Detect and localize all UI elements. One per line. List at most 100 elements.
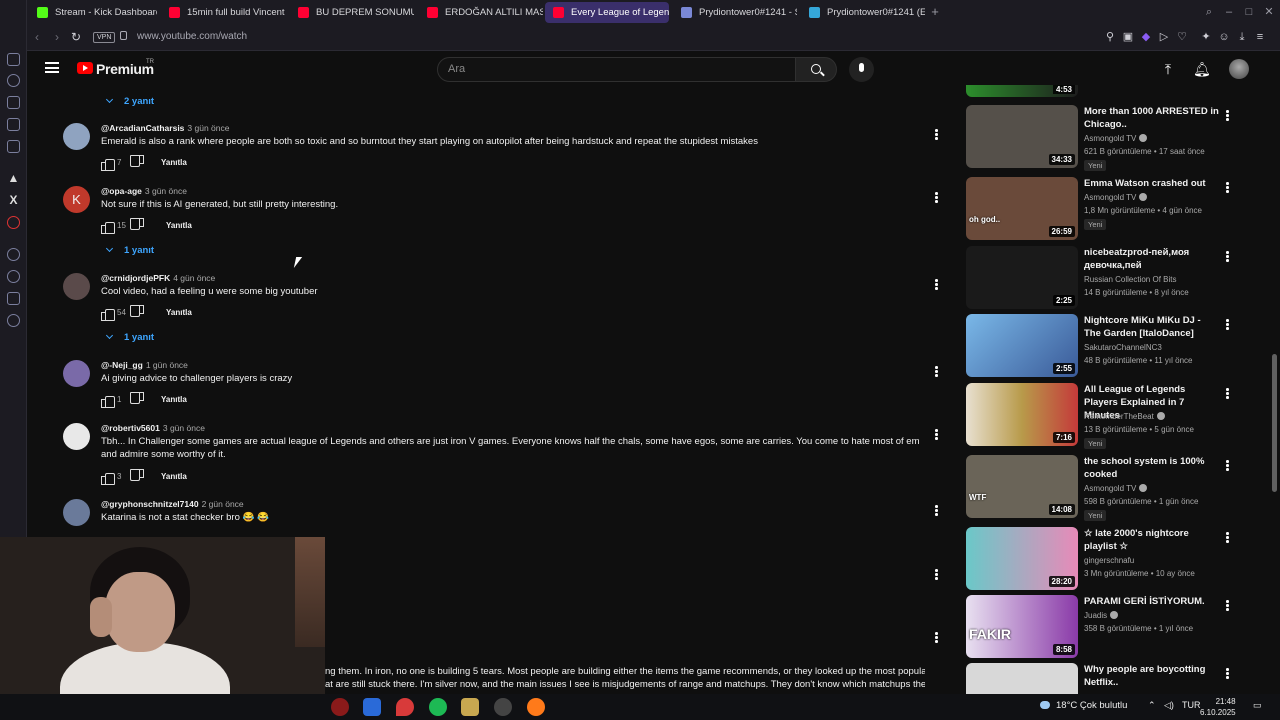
related-video[interactable]: oh god.. 26:59 Emma Watson crashed out As…: [966, 177, 1246, 241]
more-options-icon[interactable]: [1226, 600, 1229, 612]
language-indicator[interactable]: TUR: [1182, 700, 1201, 710]
related-video[interactable]: WTF 14:08 the school system is 100% cooke…: [966, 455, 1246, 521]
video-title[interactable]: Emma Watson crashed out: [1084, 177, 1219, 190]
comment-time[interactable]: 3 gün önce: [187, 123, 229, 133]
reply-button[interactable]: Yanıtla: [161, 158, 187, 167]
avatar[interactable]: [63, 123, 90, 150]
forward-icon[interactable]: ›: [55, 30, 59, 44]
more-options-icon[interactable]: [1226, 532, 1229, 544]
replies-toggle[interactable]: 1 yanıt: [105, 244, 154, 256]
comment-time[interactable]: 3 gün önce: [163, 423, 205, 433]
video-thumbnail[interactable]: WTF 14:08: [966, 455, 1078, 518]
aria-icon[interactable]: ▲: [7, 172, 20, 185]
tab-kick[interactable]: Stream - Kick Dashboard: [29, 2, 157, 23]
video-title[interactable]: Nightcore MiKu MiKu DJ - The Garden [Ita…: [1084, 314, 1219, 340]
download-icon[interactable]: ⤓: [1236, 31, 1248, 43]
avatar[interactable]: [63, 423, 90, 450]
like-icon[interactable]: [101, 307, 115, 321]
mail-icon[interactable]: [7, 140, 20, 153]
related-video[interactable]: FAKIR 8:58 PARAMI GERİ İSTİYORUM. Juadis …: [966, 595, 1246, 659]
video-title[interactable]: ☆ late 2000's nightcore playlist ☆: [1084, 527, 1219, 553]
more-options-icon[interactable]: [935, 366, 938, 377]
tab-discord[interactable]: Prydiontower0#1241 - Su: [673, 2, 797, 23]
url-field[interactable]: www.youtube.com/watch: [137, 31, 247, 42]
scrollbar[interactable]: [1272, 354, 1277, 492]
reply-button[interactable]: Yanıtla: [166, 308, 192, 317]
dislike-icon[interactable]: [132, 220, 144, 232]
dislike-icon[interactable]: [132, 307, 144, 319]
new-tab-button[interactable]: +: [928, 5, 942, 19]
clock-icon[interactable]: [7, 270, 20, 283]
avatar[interactable]: K: [63, 186, 90, 213]
lock-icon[interactable]: [120, 31, 127, 40]
comment-author[interactable]: @opa-age: [101, 186, 142, 196]
snapshot-icon[interactable]: ▣: [1122, 31, 1134, 43]
firefox-icon[interactable]: [527, 698, 545, 716]
video-thumbnail[interactable]: [966, 663, 1078, 695]
related-video[interactable]: 28:20 ☆ late 2000's nightcore playlist ☆…: [966, 527, 1246, 591]
more-options-icon[interactable]: [1226, 110, 1229, 122]
music-icon[interactable]: [7, 248, 20, 261]
more-options-icon[interactable]: [935, 569, 938, 580]
extensions-icon[interactable]: [7, 292, 20, 305]
more-options-icon[interactable]: [1226, 251, 1229, 263]
more-options-icon[interactable]: [1226, 182, 1229, 194]
video-channel[interactable]: Asmongold TV: [1084, 484, 1148, 493]
wallet-icon[interactable]: [7, 96, 20, 109]
minimize-icon[interactable]: –: [1222, 5, 1236, 19]
league-icon[interactable]: [461, 698, 479, 716]
tab-youtube-3[interactable]: ERDOĞAN ALTILI MASA: [419, 2, 543, 23]
voice-search-button[interactable]: [849, 57, 874, 82]
opera-gx-icon[interactable]: [331, 698, 349, 716]
comment-author[interactable]: @robertiv5601: [101, 423, 160, 433]
file-explorer-icon[interactable]: [363, 698, 381, 716]
more-options-icon[interactable]: [935, 429, 938, 440]
like-icon[interactable]: [101, 471, 115, 485]
like-icon[interactable]: [101, 157, 115, 171]
video-title[interactable]: Why people are boycotting Netflix..: [1084, 663, 1219, 689]
play-icon[interactable]: ▷: [1158, 31, 1170, 43]
avatar[interactable]: [63, 499, 90, 526]
vpn-badge[interactable]: VPN: [93, 32, 116, 43]
comment-time[interactable]: 1 gün önce: [146, 360, 188, 370]
video-channel[interactable]: SakutaroChannelNC3: [1084, 343, 1162, 352]
menu-icon[interactable]: ≡: [1254, 31, 1266, 43]
tab-youtube-1[interactable]: 15min full build Vincent's: [161, 2, 285, 23]
dislike-icon[interactable]: [132, 471, 144, 483]
tab-youtube-2[interactable]: BU DEPREM SONUMUZ: [290, 2, 414, 23]
related-video[interactable]: 2:55 Nightcore MiKu MiKu DJ - The Garden…: [966, 314, 1246, 378]
video-thumbnail[interactable]: 28:20: [966, 527, 1078, 590]
video-channel[interactable]: Asmongold TV: [1084, 134, 1148, 143]
video-title[interactable]: PARAMI GERİ İSTİYORUM.: [1084, 595, 1219, 608]
maximize-icon[interactable]: □: [1242, 5, 1256, 19]
comment-time[interactable]: 4 gün önce: [173, 273, 215, 283]
profile-icon[interactable]: ☺: [1218, 31, 1230, 43]
heart-icon[interactable]: ♡: [1176, 31, 1188, 43]
comment-author[interactable]: @gryphonschnitzel7140: [101, 499, 199, 509]
notifications-icon[interactable]: ▭: [1253, 700, 1262, 711]
more-options-icon[interactable]: [1226, 388, 1229, 400]
spotify-icon[interactable]: [429, 698, 447, 716]
video-thumbnail[interactable]: oh god.. 26:59: [966, 177, 1078, 240]
close-window-icon[interactable]: ✕: [1262, 5, 1276, 19]
maps-icon[interactable]: [396, 698, 414, 716]
menu-icon[interactable]: [45, 62, 59, 73]
replies-toggle[interactable]: 2 yanıt: [105, 95, 154, 107]
related-video[interactable]: 34:33 More than 1000 ARRESTED in Chicago…: [966, 105, 1246, 171]
more-options-icon[interactable]: [935, 129, 938, 140]
tab-youtube-active[interactable]: Every League of Legends: [545, 2, 669, 23]
avatar[interactable]: [63, 360, 90, 387]
reply-button[interactable]: Yanıtla: [166, 221, 192, 230]
settings-icon[interactable]: [7, 314, 20, 327]
related-video[interactable]: 2:25 nicebeatzprod-пей,моя девочка,пей R…: [966, 246, 1246, 310]
replies-toggle[interactable]: 1 yanıt: [105, 331, 154, 343]
video-channel[interactable]: Juadis: [1084, 611, 1119, 620]
volume-icon[interactable]: ◁): [1164, 700, 1174, 711]
more-options-icon[interactable]: [1226, 319, 1229, 331]
dislike-icon[interactable]: [132, 157, 144, 169]
video-thumbnail[interactable]: 2:55: [966, 314, 1078, 377]
opera-icon[interactable]: [7, 216, 20, 229]
more-options-icon[interactable]: [935, 279, 938, 290]
more-options-icon[interactable]: [935, 505, 938, 516]
comment-author[interactable]: @crnidjordjePFK: [101, 273, 170, 283]
